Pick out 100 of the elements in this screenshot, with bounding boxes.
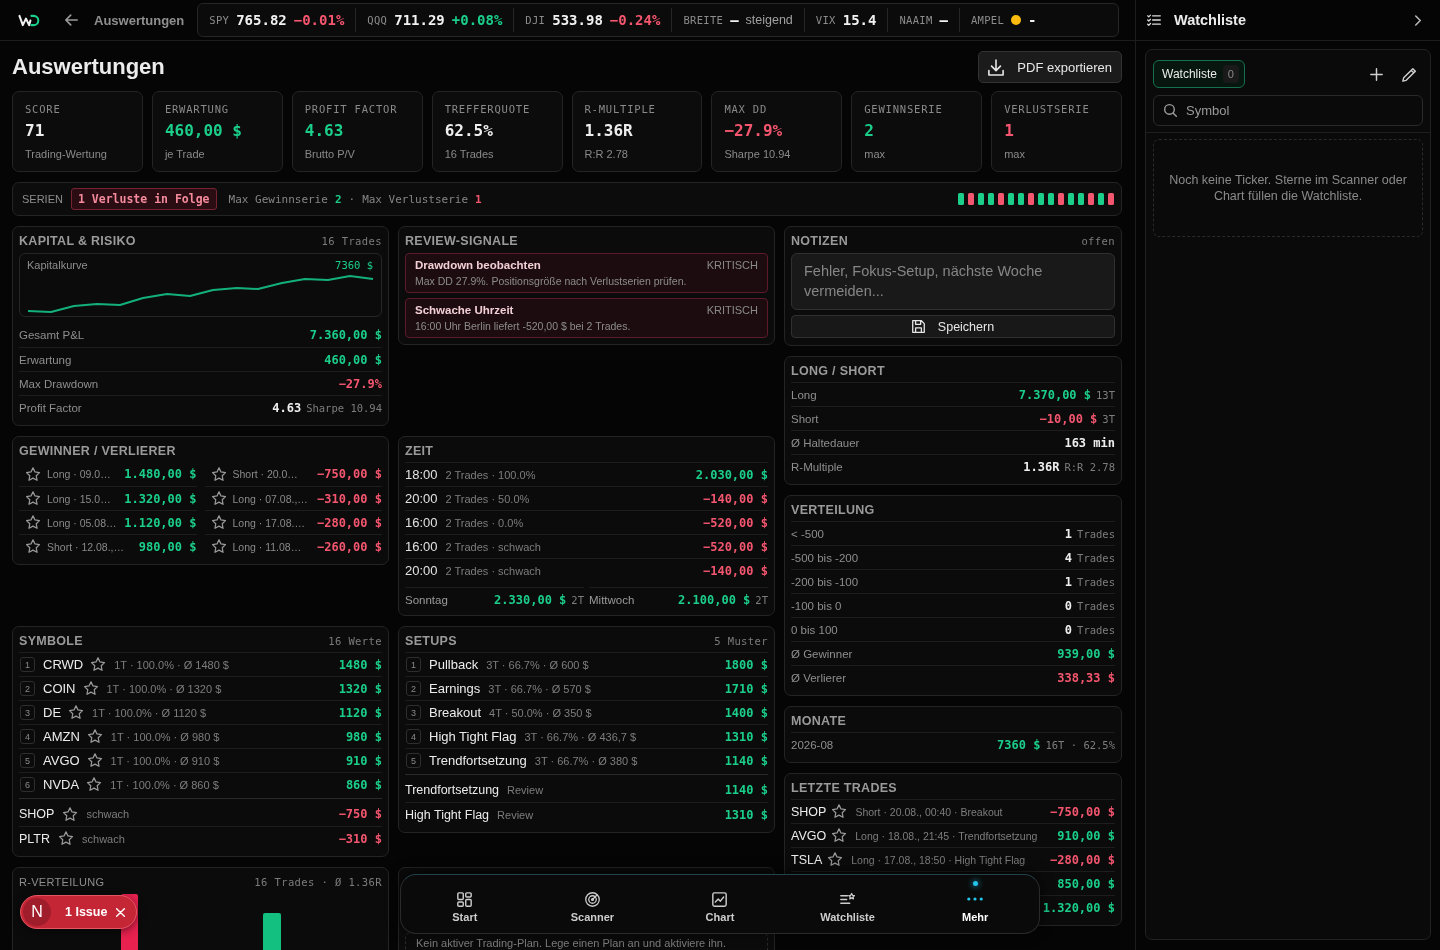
- issue-toast[interactable]: N 1 Issue: [20, 895, 137, 929]
- nav-tab[interactable]: Scanner: [528, 875, 657, 933]
- symbol-name[interactable]: SHOP: [791, 804, 827, 819]
- row-label: 2026-08: [791, 738, 835, 751]
- star-icon[interactable]: [82, 681, 99, 696]
- symbol-pnl: −750 $: [338, 807, 382, 821]
- trade-pnl: 910,00 $: [1057, 828, 1115, 843]
- star-icon[interactable]: [68, 705, 85, 720]
- more-dots-icon: [967, 896, 984, 901]
- star-icon[interactable]: [86, 753, 103, 768]
- symbol-name[interactable]: CRWD: [43, 657, 84, 672]
- row-label: Ø Haltedauer: [791, 436, 861, 449]
- kpi-caption: R:R 2.78: [584, 147, 629, 161]
- panel-title: LONG / SHORT: [791, 364, 885, 378]
- symbol-pnl: −310 $: [338, 831, 382, 846]
- watchlist-tab[interactable]: Watchliste 0: [1153, 60, 1245, 88]
- symbol-stats: 1T · 100.0% · Ø 860 $: [110, 778, 220, 791]
- chevron-right-icon[interactable]: [1415, 14, 1421, 26]
- star-icon[interactable]: [25, 515, 41, 530]
- indicator-label: AMPEL: [970, 14, 1005, 26]
- symbol-name[interactable]: COIN: [43, 681, 76, 696]
- rank-number: 1: [20, 657, 35, 672]
- star-icon[interactable]: [25, 539, 41, 554]
- symbol-name[interactable]: AMZN: [43, 729, 80, 744]
- star-icon[interactable]: [210, 491, 227, 506]
- kpi-caption: Trading-Wertung: [25, 147, 108, 161]
- symbol-name[interactable]: PLTR: [19, 831, 51, 846]
- row-label: -100 bis 0: [791, 599, 843, 612]
- trade-pnl: 1.320,00 $: [124, 491, 197, 506]
- star-icon[interactable]: [25, 491, 41, 506]
- row-label: -200 bis -100: [791, 575, 860, 588]
- nav-tab[interactable]: Chart: [656, 875, 784, 933]
- time-detail: 2 Trades · schwach: [445, 564, 542, 577]
- star-icon[interactable]: [62, 806, 79, 822]
- symbol-stats: 1T · 100.0% · Ø 910 $: [110, 754, 221, 767]
- star-icon[interactable]: [86, 729, 103, 744]
- star-icon[interactable]: [25, 466, 41, 482]
- star-icon[interactable]: [210, 539, 227, 554]
- symbol-name[interactable]: AVGO: [791, 828, 827, 843]
- symbol-name[interactable]: SHOP: [19, 807, 55, 821]
- stat-label: Max Verlustserie: [362, 192, 469, 206]
- gain-bar: [263, 913, 281, 950]
- setup-name: High Tight Flag: [405, 807, 490, 822]
- trade-detail: Long · 17.08., 18:50 · High Tight Flag: [851, 853, 1027, 866]
- panel-title: MONATE: [791, 714, 847, 728]
- signal-text: 16:00 Uhr Berlin liefert -520,00 $ bei 2 Trades.: [415, 319, 632, 333]
- row-label: Gesamt P&L: [19, 329, 86, 341]
- chart-value: 7360 $: [335, 259, 373, 271]
- star-icon[interactable]: [827, 852, 844, 867]
- symbol-name[interactable]: DE: [43, 705, 62, 720]
- symbol-note: schwach: [82, 832, 126, 845]
- nav-tab[interactable]: Start: [401, 875, 529, 933]
- plus-icon[interactable]: [1370, 67, 1383, 81]
- setup-pnl: 1310 $: [724, 729, 768, 744]
- weekday-label: Sonntag: [405, 593, 449, 606]
- trade-detail: Long · 17.08.…: [232, 516, 306, 529]
- star-icon[interactable]: [831, 828, 848, 843]
- star-icon[interactable]: [90, 657, 107, 672]
- close-icon[interactable]: [116, 907, 125, 917]
- nav-tab[interactable]: Mehr: [911, 875, 1039, 933]
- signal-text: Max DD 27.9%. Positionsgröße nach Verlustserien prüfen.: [415, 274, 688, 288]
- kpi-value: 71: [25, 121, 46, 141]
- symbol-name[interactable]: TSLA: [791, 852, 823, 867]
- panel-meta: 16 Werte: [328, 635, 382, 647]
- signal-title: Drawdown beobachten: [415, 259, 541, 271]
- search-icon: [1164, 104, 1177, 117]
- ticker-price: 533.98: [552, 12, 603, 28]
- indicator-value: –: [939, 12, 948, 28]
- setup-stats: 3T · 66.7% · Ø 570 $: [488, 682, 592, 695]
- save-button[interactable]: Speichern: [791, 315, 1115, 338]
- setup-pnl: 1400 $: [724, 705, 768, 720]
- stat-value: 1: [475, 192, 482, 206]
- star-icon[interactable]: [831, 804, 848, 819]
- row-note: Trades: [1077, 575, 1115, 588]
- kpi-value: 4.63: [304, 121, 345, 141]
- stat-label: Max Gewinnserie: [228, 192, 328, 206]
- trade-pnl: −310,00 $: [316, 491, 382, 506]
- star-icon[interactable]: [210, 466, 227, 482]
- star-icon[interactable]: [58, 831, 75, 846]
- logo-icon[interactable]: [18, 13, 41, 27]
- panel-meta: 16 Trades: [321, 235, 382, 247]
- star-icon[interactable]: [86, 777, 103, 792]
- notes-field[interactable]: Fehler, Fokus-Setup, nächste Woche vermeiden...: [791, 253, 1115, 310]
- row-label: Max Drawdown: [19, 377, 100, 390]
- star-icon[interactable]: [210, 515, 227, 530]
- export-pdf-button[interactable]: PDF exportieren: [978, 51, 1122, 83]
- indicator-label: BREITE: [683, 14, 724, 26]
- row-label: < -500: [791, 527, 825, 540]
- radar-icon: [584, 891, 600, 907]
- chart-icon: [712, 891, 728, 907]
- back-arrow-icon[interactable]: [65, 14, 78, 26]
- nav-tab[interactable]: Watchliste: [783, 875, 912, 933]
- panel-meta: 16 Trades · Ø 1.36R: [254, 876, 382, 888]
- search-field[interactable]: Symbol: [1153, 95, 1423, 126]
- setup-stats: 3T · 66.7% · Ø 600 $: [486, 658, 590, 671]
- symbol-name[interactable]: AVGO: [43, 753, 80, 768]
- symbol-name[interactable]: NVDA: [43, 777, 80, 792]
- empty-state-message: Noch keine Ticker. Sterne im Scanner oder Chart füllen die Watchliste.: [1153, 139, 1423, 237]
- pencil-icon[interactable]: [1402, 66, 1417, 82]
- row-note: Trades: [1077, 599, 1115, 612]
